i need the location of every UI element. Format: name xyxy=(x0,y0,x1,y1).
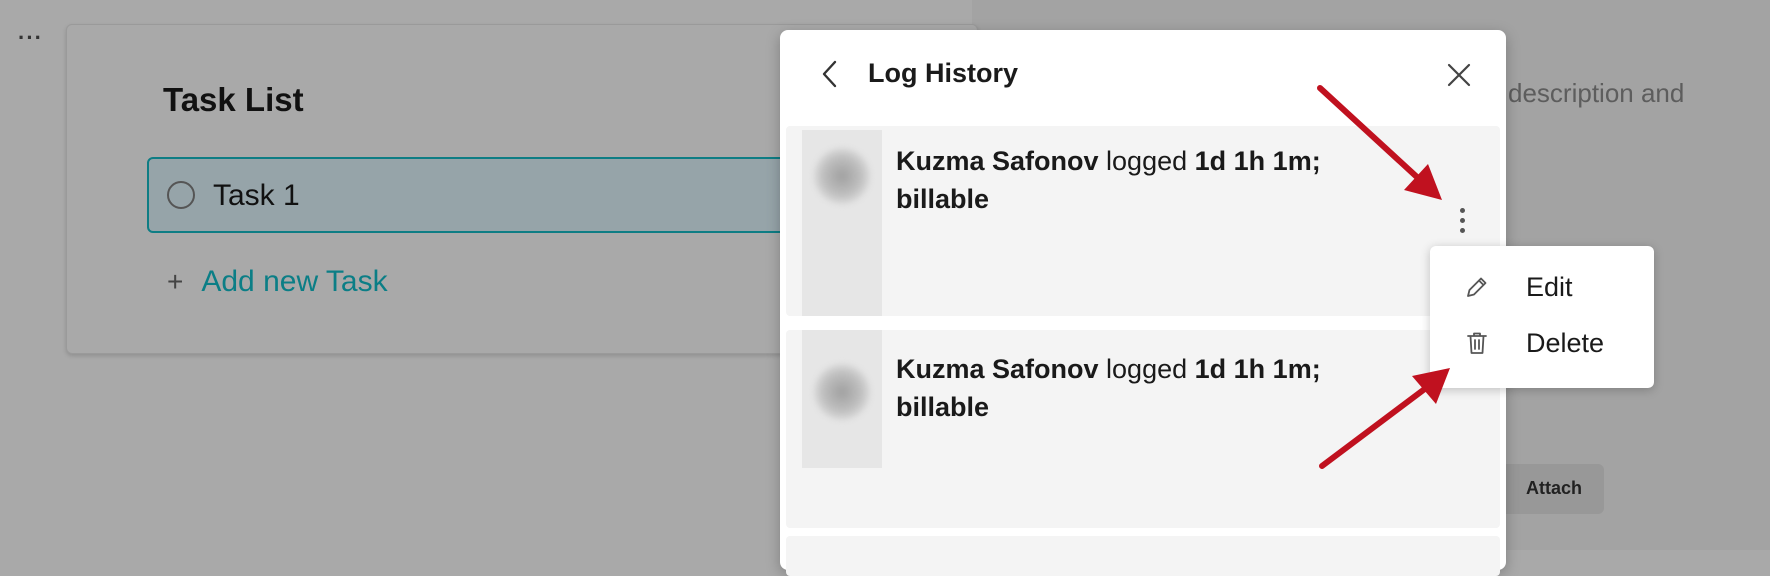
menu-item-delete[interactable]: Delete xyxy=(1430,316,1654,370)
description-placeholder: description and xyxy=(1508,78,1685,108)
menu-item-edit[interactable]: Edit xyxy=(1430,260,1654,314)
log-history-modal: Log History Kuzma Safonov logged 1d 1h 1… xyxy=(780,30,1506,576)
log-entry: Kuzma Safonov logged 1d 1h 1m; billable xyxy=(786,126,1500,316)
task-list-title: Task List xyxy=(163,81,304,118)
log-entry xyxy=(786,536,1500,576)
entry-more-icon[interactable] xyxy=(1452,204,1472,242)
log-duration: 1d 1h 1m; xyxy=(1194,354,1321,384)
modal-title: Log History xyxy=(868,58,1019,88)
attach-label: Attach xyxy=(1526,478,1583,498)
trash-icon xyxy=(1467,332,1487,354)
menu-item-label: Edit xyxy=(1526,272,1573,302)
task-name: Task 1 xyxy=(213,179,300,212)
log-verb: logged xyxy=(1106,354,1188,384)
log-user: Kuzma Safonov xyxy=(896,354,1099,384)
plus-icon: + xyxy=(167,266,184,297)
add-new-task-label: Add new Task xyxy=(201,265,388,298)
log-entry-text: Kuzma Safonov logged 1d 1h 1m; billable xyxy=(896,350,1396,426)
page-more-icon[interactable]: ··· xyxy=(18,27,43,49)
log-user: Kuzma Safonov xyxy=(896,146,1099,176)
avatar xyxy=(802,330,882,468)
log-type: billable xyxy=(896,184,990,214)
entry-actions-menu: Edit Delete xyxy=(1430,246,1654,388)
close-icon[interactable] xyxy=(1444,60,1474,90)
pencil-icon xyxy=(1467,277,1487,297)
menu-item-label: Delete xyxy=(1526,328,1605,358)
log-entry: Kuzma Safonov logged 1d 1h 1m; billable xyxy=(786,330,1500,528)
back-arrow-icon[interactable] xyxy=(816,56,844,92)
log-type: billable xyxy=(896,392,990,422)
log-duration: 1d 1h 1m; xyxy=(1194,146,1321,176)
log-entry-text: Kuzma Safonov logged 1d 1h 1m; billable xyxy=(896,142,1396,218)
log-verb: logged xyxy=(1106,146,1188,176)
avatar xyxy=(802,130,882,316)
task-checkbox-icon[interactable] xyxy=(167,181,195,209)
add-new-task-link[interactable]: + Add new Task xyxy=(167,265,388,299)
